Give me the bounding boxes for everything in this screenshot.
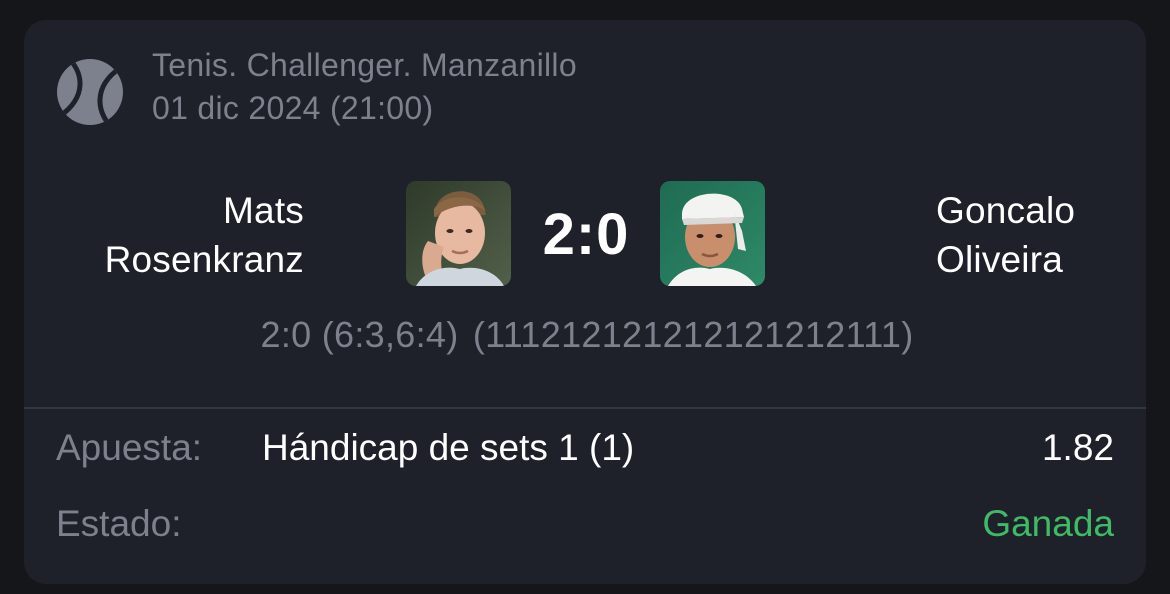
- match-score: 2:0: [542, 202, 630, 267]
- player-2-last-name: Oliveira: [936, 239, 1064, 280]
- player-1-avatar: [406, 181, 511, 286]
- player-2-photo: [660, 181, 765, 286]
- player-2-first-name: Goncalo: [936, 190, 1076, 231]
- bet-card[interactable]: Tenis. Challenger. Manzanillo 01 dic 202…: [24, 20, 1146, 584]
- set-score-detail: 2:0 (6:3,6:4) (111212121212121212111): [24, 312, 1146, 358]
- player-2-name: Goncalo Oliveira: [936, 186, 1075, 284]
- player-1-photo: [406, 181, 511, 286]
- screen: Tenis. Challenger. Manzanillo 01 dic 202…: [0, 0, 1170, 594]
- bet-odds: 1.82: [1041, 427, 1114, 468]
- event-datetime: 01 dic 2024 (21:00): [152, 90, 434, 126]
- points-sequence: (111212121212121212111): [472, 314, 914, 355]
- tennis-ball-icon: [57, 59, 123, 125]
- player-1-last-name: Rosenkranz: [104, 239, 304, 280]
- player-2-avatar: [660, 181, 765, 286]
- divider: [24, 407, 1146, 409]
- player-1-name: Mats Rosenkranz: [105, 186, 304, 284]
- tournament-name: Tenis. Challenger. Manzanillo: [152, 47, 577, 83]
- player-1-first-name: Mats: [223, 190, 304, 231]
- event-meta: Tenis. Challenger. Manzanillo 01 dic 202…: [152, 44, 577, 130]
- bet-selection: Hándicap de sets 1 (1): [262, 427, 635, 468]
- bet-label: Apuesta:: [56, 427, 203, 468]
- status-label: Estado:: [56, 503, 182, 544]
- status-badge: Ganada: [982, 503, 1114, 544]
- set-scores: 2:0 (6:3,6:4): [260, 314, 459, 355]
